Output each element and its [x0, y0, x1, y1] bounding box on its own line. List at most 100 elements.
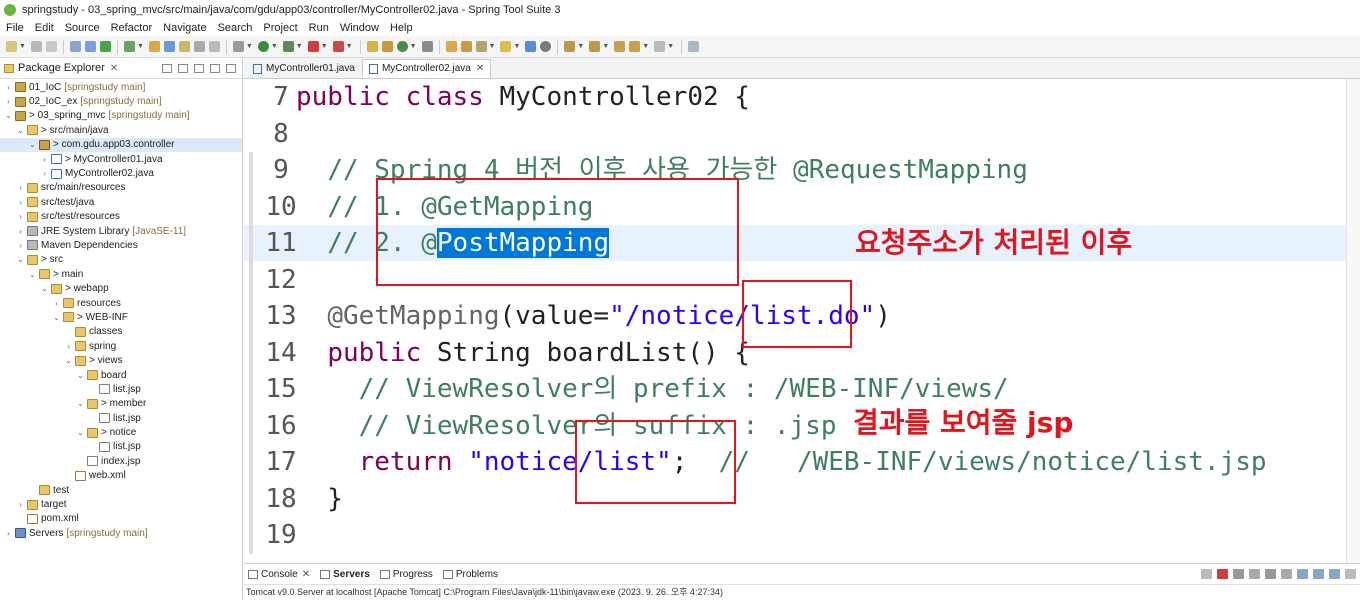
chevron-down-icon[interactable]: ⌄	[28, 270, 37, 279]
chevron-right-icon[interactable]: ›	[40, 169, 49, 178]
minimize-icon[interactable]	[1345, 569, 1356, 579]
dropdown-arrow-icon[interactable]: ▼	[602, 43, 609, 50]
new-class-icon[interactable]	[396, 41, 408, 52]
chevron-right-icon[interactable]: ›	[16, 198, 25, 207]
open-type-icon[interactable]	[421, 41, 433, 52]
chevron-right-icon[interactable]: ›	[16, 183, 25, 192]
scroll-lock-icon[interactable]	[1265, 569, 1276, 579]
tree-item[interactable]: › Servers [springstudy main]	[0, 526, 242, 540]
code-line[interactable]: 16 // ViewResolver의 suffix : .jsp	[244, 408, 1360, 444]
tree-item[interactable]: web.xml	[0, 469, 242, 483]
new-package-icon[interactable]	[381, 41, 393, 52]
back-icon[interactable]	[629, 41, 641, 52]
tab-problems[interactable]: Problems	[442, 569, 498, 580]
menu-project[interactable]: Project	[263, 22, 297, 34]
show-whitespace-icon[interactable]	[208, 41, 220, 52]
dropdown-arrow-icon[interactable]: ▼	[246, 43, 253, 50]
open-console-icon[interactable]	[1329, 569, 1340, 579]
tree-item[interactable]: › src/test/java	[0, 195, 242, 209]
run-external-icon[interactable]	[282, 41, 294, 52]
close-icon[interactable]: ✕	[110, 63, 118, 74]
dropdown-arrow-icon[interactable]: ▼	[642, 43, 649, 50]
save-all-icon[interactable]	[45, 41, 57, 52]
tree-item[interactable]: › target	[0, 497, 242, 511]
open-task-icon[interactable]	[460, 41, 472, 52]
tree-item[interactable]: ⌄ > notice	[0, 425, 242, 439]
chevron-right-icon[interactable]: ›	[64, 342, 73, 351]
terminate-icon[interactable]	[1217, 569, 1228, 579]
tree-item[interactable]: › resources	[0, 296, 242, 310]
chevron-right-icon[interactable]: ›	[16, 227, 25, 236]
annotation-icon[interactable]	[500, 41, 512, 52]
open-folder-icon[interactable]	[445, 41, 457, 52]
globe-icon[interactable]	[540, 41, 552, 52]
menu-file[interactable]: File	[6, 22, 24, 34]
close-icon[interactable]: ✕	[302, 569, 310, 580]
dropdown-arrow-icon[interactable]: ▼	[577, 43, 584, 50]
chevron-down-icon[interactable]: ⌄	[76, 428, 85, 437]
tab-progress[interactable]: Progress	[379, 569, 433, 580]
tab-servers[interactable]: Servers	[320, 569, 370, 580]
chevron-down-icon[interactable]: ⌄	[16, 126, 25, 135]
dropdown-arrow-icon[interactable]: ▼	[19, 43, 26, 50]
chevron-right-icon[interactable]: ›	[52, 299, 61, 308]
save-icon[interactable]	[30, 41, 42, 52]
tree-item[interactable]: › JRE System Library [JavaSE-11]	[0, 224, 242, 238]
remove-all-icon[interactable]	[1233, 569, 1244, 579]
debug-skip-icon[interactable]	[232, 41, 244, 52]
tree-item[interactable]: ⌄ > src	[0, 253, 242, 267]
tree-item[interactable]: ⌄ > WEB-INF	[0, 310, 242, 324]
word-wrap-icon[interactable]	[193, 41, 205, 52]
word-wrap-icon[interactable]	[1281, 569, 1292, 579]
tree-item[interactable]: ⌄ > com.gdu.app03.controller	[0, 137, 242, 152]
editor-tab-mycontroller02[interactable]: MyController02.java ✕	[361, 59, 492, 78]
chevron-down-icon[interactable]: ⌄	[4, 111, 13, 120]
clear-console-icon[interactable]	[1249, 569, 1260, 579]
code-line[interactable]: 15 // ViewResolver의 prefix : /WEB-INF/vi…	[244, 371, 1360, 407]
pin-editor-icon[interactable]	[688, 41, 700, 52]
tree-item[interactable]: › src/main/resources	[0, 181, 242, 195]
tree-item[interactable]: › > MyController01.java	[0, 152, 242, 166]
tree-item[interactable]: list.jsp	[0, 411, 242, 425]
toggle-highlight-icon[interactable]	[163, 41, 175, 52]
code-line[interactable]: 8	[244, 116, 1360, 152]
tree-item[interactable]: ⌄ > webapp	[0, 281, 242, 295]
menu-search[interactable]: Search	[218, 22, 253, 34]
chevron-down-icon[interactable]: ⌄	[40, 284, 49, 293]
dropdown-arrow-icon[interactable]: ▼	[271, 43, 278, 50]
remove-launch-icon[interactable]	[1201, 569, 1212, 579]
display-console-icon[interactable]	[1313, 569, 1324, 579]
chevron-down-icon[interactable]: ⌄	[64, 356, 73, 365]
minimize-icon[interactable]	[210, 63, 220, 73]
dropdown-arrow-icon[interactable]: ▼	[513, 43, 520, 50]
tree-item[interactable]: › 01_IoC [springstudy main]	[0, 80, 242, 94]
code-line[interactable]: 17 return "notice/list"; // /WEB-INF/vie…	[244, 444, 1360, 480]
collapse-all-icon[interactable]	[162, 63, 172, 73]
chevron-down-icon[interactable]: ⌄	[28, 140, 37, 149]
new-icon[interactable]	[6, 41, 17, 52]
stop-icon[interactable]	[307, 41, 319, 52]
chevron-right-icon[interactable]: ›	[16, 500, 25, 509]
pen-icon[interactable]	[475, 41, 487, 52]
dropdown-arrow-icon[interactable]: ▼	[346, 43, 353, 50]
spring-boot-icon[interactable]	[99, 41, 111, 52]
next-annotation-icon[interactable]	[564, 41, 576, 52]
tree-item[interactable]: list.jsp	[0, 382, 242, 396]
tree-item[interactable]: classes	[0, 325, 242, 339]
dropdown-arrow-icon[interactable]: ▼	[137, 43, 144, 50]
maximize-icon[interactable]	[226, 63, 236, 73]
code-line[interactable]: 19	[244, 517, 1360, 553]
dropdown-arrow-icon[interactable]: ▼	[321, 43, 328, 50]
pin-console-icon[interactable]	[1297, 569, 1308, 579]
chevron-down-icon[interactable]: ⌄	[16, 255, 25, 264]
chevron-down-icon[interactable]: ⌄	[76, 371, 85, 380]
view-menu-icon[interactable]	[194, 63, 204, 73]
tree-item[interactable]: ⌄ > main	[0, 267, 242, 281]
close-icon[interactable]: ✕	[476, 63, 484, 74]
tree-item[interactable]: ⌄ board	[0, 368, 242, 382]
last-edit-location-icon[interactable]	[614, 41, 626, 52]
tree-item[interactable]: › Maven Dependencies	[0, 238, 242, 252]
dropdown-arrow-icon[interactable]: ▼	[410, 43, 417, 50]
refresh-icon[interactable]	[123, 41, 135, 52]
block-select-icon[interactable]	[178, 41, 190, 52]
